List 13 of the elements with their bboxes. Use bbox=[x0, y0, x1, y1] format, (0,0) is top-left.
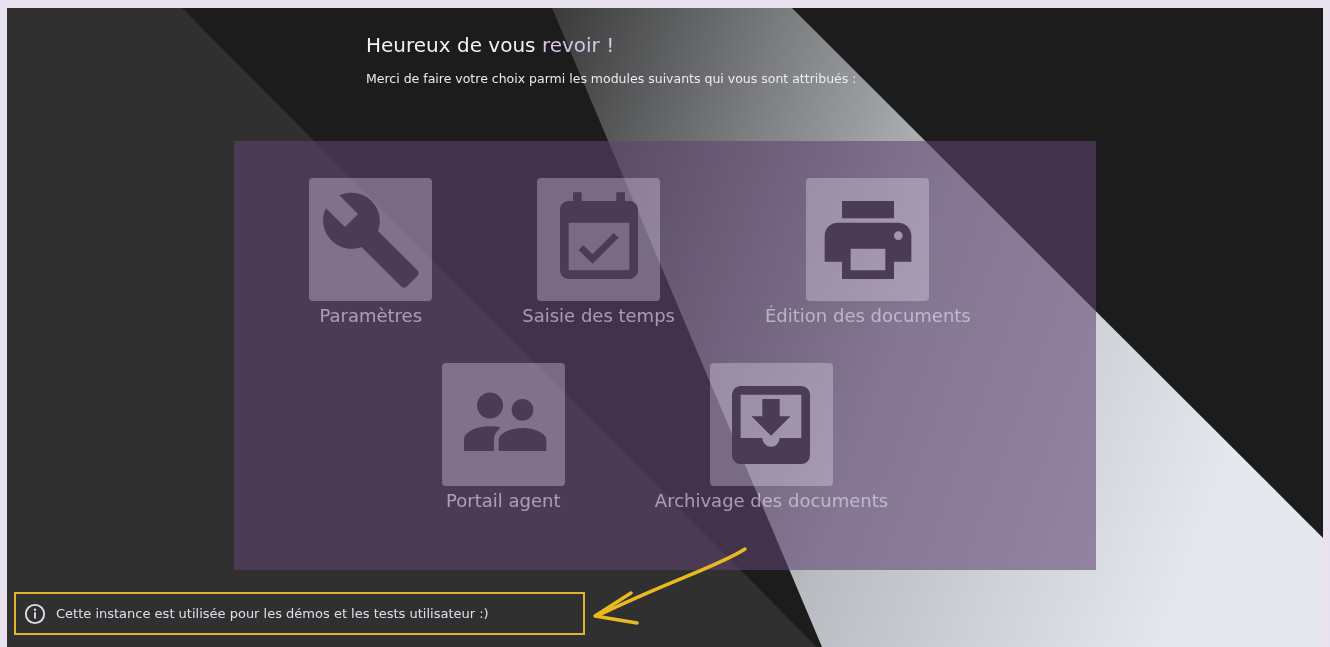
module-button[interactable] bbox=[309, 178, 433, 301]
module-button[interactable] bbox=[710, 363, 833, 486]
notice-text: Cette instance est utilisée pour les démos et les tests utilisateur :) bbox=[56, 604, 489, 623]
module-button[interactable] bbox=[537, 178, 661, 301]
module-button[interactable] bbox=[441, 363, 565, 486]
info-icon bbox=[24, 602, 46, 625]
module-button[interactable] bbox=[806, 178, 930, 301]
module-label[interactable]: Portail agent bbox=[446, 490, 561, 512]
module-label[interactable]: Saisie des temps bbox=[522, 305, 675, 327]
welcome-title: Heureux de vous revoir ! bbox=[366, 32, 616, 58]
module-label[interactable]: Édition des documents bbox=[764, 305, 971, 327]
subtitle: Merci de faire votre choix parmi les modules suivants qui vous sont attribués : bbox=[366, 70, 858, 88]
module-label[interactable]: Paramètres bbox=[319, 305, 423, 327]
